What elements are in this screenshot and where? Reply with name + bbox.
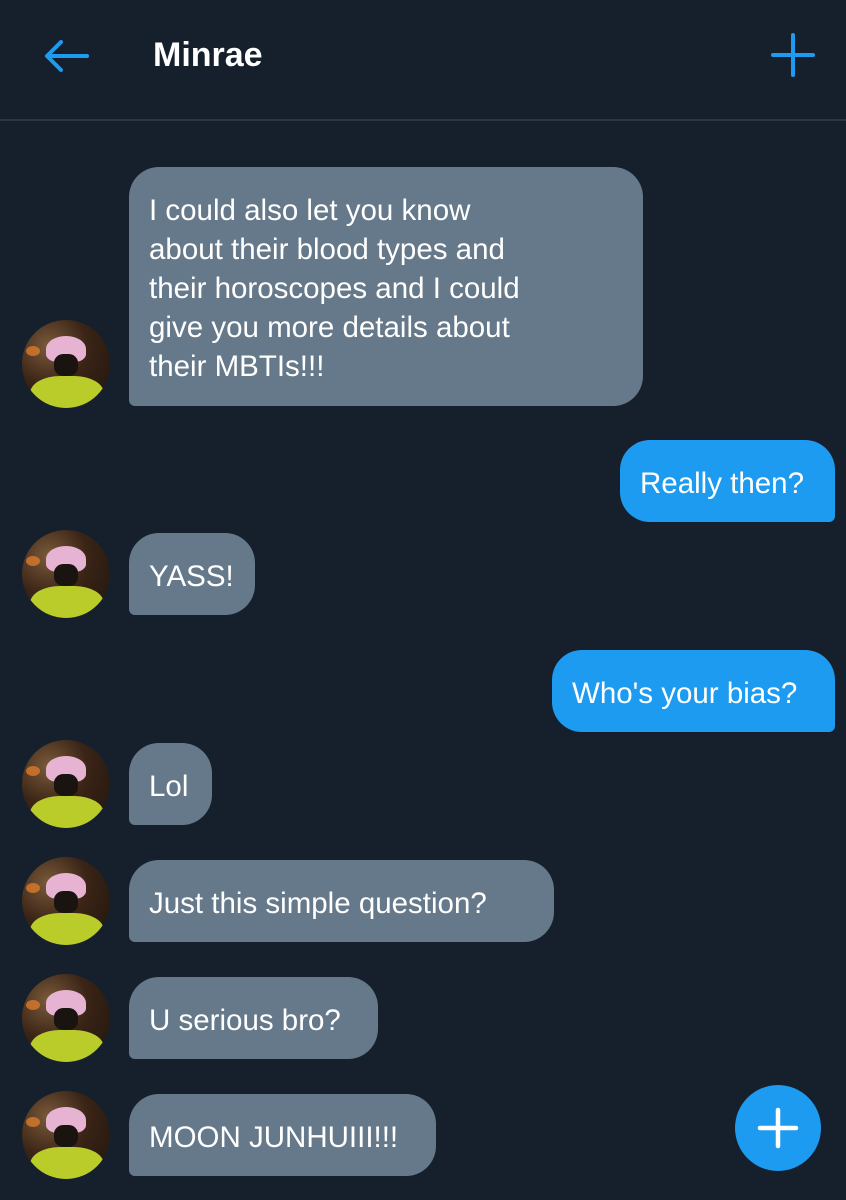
conversation-header: Minrae bbox=[0, 0, 846, 121]
new-message-button[interactable] bbox=[762, 26, 824, 84]
message-bubble-incoming[interactable]: Lol bbox=[129, 743, 212, 825]
plus-icon bbox=[757, 1107, 799, 1149]
message-bubble-incoming[interactable]: U serious bro? bbox=[129, 977, 378, 1059]
message-bubble-incoming[interactable]: I could also let you know about their bl… bbox=[129, 167, 643, 406]
message-bubble-outgoing[interactable]: Who's your bias? bbox=[552, 650, 835, 732]
plus-icon bbox=[771, 33, 815, 77]
avatar[interactable] bbox=[22, 857, 110, 945]
message-bubble-incoming[interactable]: MOON JUNHUIII!!! bbox=[129, 1094, 436, 1176]
avatar[interactable] bbox=[22, 320, 110, 408]
back-button[interactable] bbox=[34, 28, 98, 84]
avatar[interactable] bbox=[22, 530, 110, 618]
message-bubble-outgoing[interactable]: Really then? bbox=[620, 440, 835, 522]
avatar[interactable] bbox=[22, 740, 110, 828]
dm-conversation-screen: Minrae I could also let you know about t… bbox=[0, 0, 846, 1200]
conversation-title: Minrae bbox=[153, 36, 263, 74]
message-bubble-incoming[interactable]: Just this simple question? bbox=[129, 860, 554, 942]
avatar[interactable] bbox=[22, 974, 110, 1062]
arrow-left-icon bbox=[45, 40, 89, 72]
message-bubble-incoming[interactable]: YASS! bbox=[129, 533, 255, 615]
avatar[interactable] bbox=[22, 1091, 110, 1179]
compose-fab-button[interactable] bbox=[735, 1085, 821, 1171]
